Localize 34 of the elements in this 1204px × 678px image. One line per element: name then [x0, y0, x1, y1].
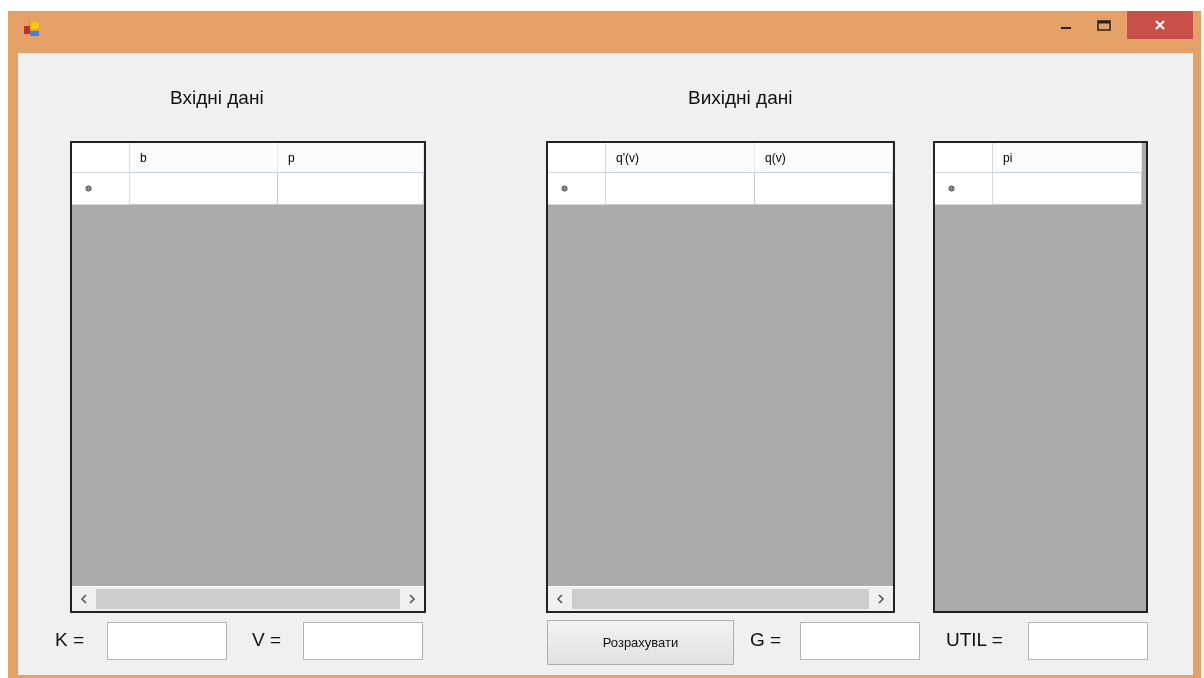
input-field[interactable]	[303, 622, 423, 660]
column-header[interactable]: p	[278, 143, 424, 173]
app-icon	[24, 21, 40, 37]
table-cell[interactable]	[278, 173, 424, 205]
table-cell[interactable]	[130, 173, 278, 205]
scrollbar-thumb[interactable]	[96, 589, 400, 609]
horizontal-scrollbar[interactable]	[72, 586, 424, 611]
field-label: V =	[252, 629, 282, 651]
table-cell[interactable]	[606, 173, 755, 205]
table-cell[interactable]	[755, 173, 893, 205]
input-field[interactable]	[1028, 622, 1148, 660]
scroll-left-icon[interactable]	[556, 594, 564, 604]
calculate-button[interactable]: Розрахувати	[547, 620, 734, 665]
field-label: K =	[55, 629, 85, 651]
close-button[interactable]	[1127, 11, 1193, 39]
input-field[interactable]	[107, 622, 227, 660]
table-cell[interactable]	[993, 173, 1142, 205]
column-header[interactable]: q(v)	[755, 143, 893, 173]
horizontal-scrollbar[interactable]	[548, 586, 893, 611]
scroll-right-icon[interactable]	[408, 594, 416, 604]
field-label: UTIL =	[946, 629, 1003, 651]
minimize-icon	[1061, 27, 1071, 29]
column-header[interactable]: pi	[993, 143, 1142, 173]
scrollbar-thumb[interactable]	[572, 589, 869, 609]
maximize-icon	[1097, 19, 1111, 31]
scroll-left-icon[interactable]	[80, 594, 88, 604]
section-heading: Вихідні дані	[688, 87, 793, 109]
column-header[interactable]: q'(v)	[606, 143, 755, 173]
column-header[interactable]: b	[130, 143, 278, 173]
scroll-right-icon[interactable]	[877, 594, 885, 604]
section-heading: Вхідні дані	[170, 87, 264, 109]
input-field[interactable]	[800, 622, 920, 660]
close-icon	[1154, 19, 1166, 31]
field-label: G =	[750, 629, 782, 651]
